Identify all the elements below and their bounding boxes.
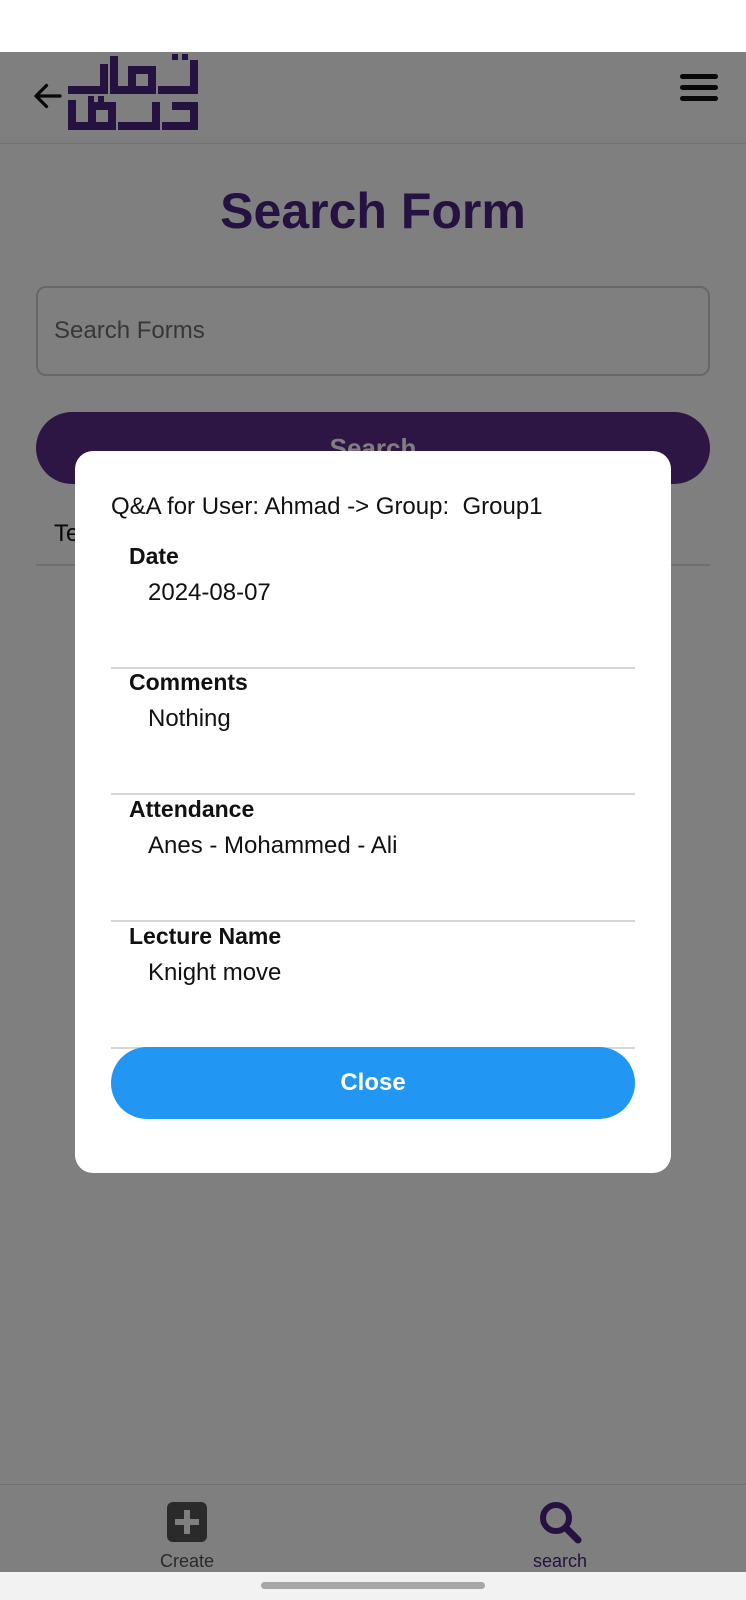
dialog-title: Q&A for User: Ahmad -> Group: Group1 bbox=[111, 493, 543, 520]
qa-details-dialog: Q&A for User: Ahmad -> Group: Group1 Dat… bbox=[75, 451, 671, 1173]
attendance-label: Attendance bbox=[129, 796, 255, 822]
comments-field: Comments Nothing bbox=[111, 669, 635, 795]
date-value: 2024-08-07 bbox=[148, 579, 271, 606]
date-field: Date 2024-08-07 bbox=[111, 543, 635, 669]
comments-value: Nothing bbox=[148, 705, 231, 732]
close-button[interactable]: Close bbox=[111, 1047, 635, 1119]
lecture-name-label: Lecture Name bbox=[129, 923, 282, 949]
lecture-name-field: Lecture Name Knight move bbox=[111, 923, 635, 1049]
status-bar bbox=[0, 0, 746, 52]
attendance-field: Attendance Anes - Mohammed - Ali bbox=[111, 796, 635, 922]
attendance-value: Anes - Mohammed - Ali bbox=[148, 832, 398, 859]
home-indicator[interactable] bbox=[261, 1582, 485, 1589]
gesture-bar bbox=[0, 1572, 746, 1600]
lecture-name-value: Knight move bbox=[148, 959, 282, 986]
comments-label: Comments bbox=[129, 669, 248, 695]
date-label: Date bbox=[129, 543, 179, 569]
